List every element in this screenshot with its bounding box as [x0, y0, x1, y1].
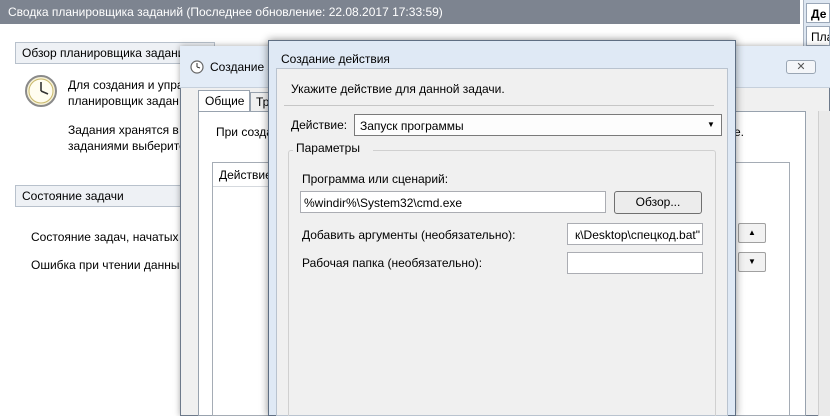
action-label: Действие:	[291, 118, 348, 132]
instruction-text: Укажите действие для данной задачи.	[291, 82, 505, 96]
arguments-label: Добавить аргументы (необязательно):	[302, 228, 516, 242]
overview-text-line: заданиями выберите	[68, 139, 186, 153]
status-text: Состояние задач, начатых в	[31, 230, 189, 244]
window-title: Сводка планировщика заданий (Последнее о…	[0, 0, 800, 24]
scrollbar[interactable]	[818, 111, 830, 416]
chevron-down-icon[interactable]: ▼	[706, 120, 716, 130]
create-action-title: Создание действия	[281, 52, 390, 66]
parameters-label: Параметры	[293, 141, 373, 155]
program-input[interactable]: %windir%\System32\cmd.exe	[300, 191, 606, 213]
action-select[interactable]: Запуск программы	[354, 114, 722, 136]
overview-text: Задания хранятся в п заданиями выберите	[68, 122, 188, 154]
workdir-input[interactable]	[567, 252, 703, 274]
tab-general[interactable]: Общие	[198, 90, 250, 111]
move-up-button[interactable]: ▲	[738, 223, 766, 243]
overview-text-line: Для создания и упра	[68, 78, 184, 92]
close-button[interactable]: ✕	[786, 60, 816, 74]
actions-pane-item[interactable]: Пла	[806, 26, 830, 46]
status-error-text: Ошибка при чтении данны	[31, 258, 180, 272]
actions-description-end: е.	[734, 125, 745, 139]
overview-text: Для создания и упра планировщик задан	[68, 77, 188, 109]
actions-description: При созда	[216, 125, 273, 139]
move-down-button[interactable]: ▼	[738, 252, 766, 272]
actions-column-header[interactable]: Действие	[213, 163, 273, 187]
actions-pane-header[interactable]: Де	[806, 3, 830, 23]
create-task-title: Создание з	[210, 60, 270, 74]
browse-button[interactable]: Обзор...	[614, 191, 702, 214]
divider	[284, 105, 714, 106]
program-label: Программа или сценарий:	[302, 172, 449, 186]
arguments-value: к\Desktop\спецкод.bat"	[574, 228, 700, 242]
parameters-group	[288, 150, 716, 416]
workdir-label: Рабочая папка (необязательно):	[302, 256, 483, 270]
tab-triggers[interactable]: Тр	[250, 92, 270, 111]
clock-icon	[25, 75, 57, 107]
overview-text-line: Задания хранятся в п	[68, 123, 188, 137]
overview-text-line: планировщик задан	[68, 94, 179, 108]
clock-icon	[190, 60, 204, 74]
arguments-input[interactable]: к\Desktop\спецкод.bat"	[567, 223, 703, 245]
